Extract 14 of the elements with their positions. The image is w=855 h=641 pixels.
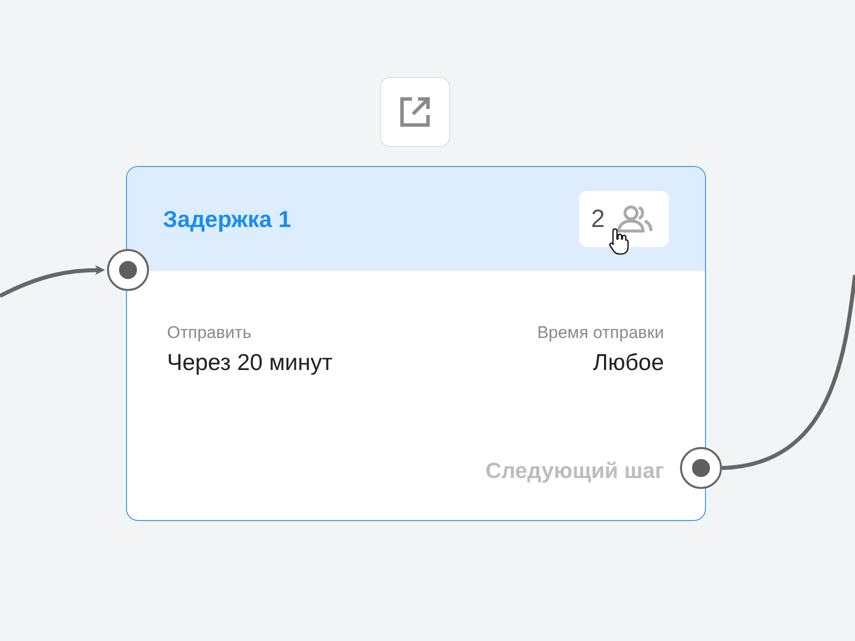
open-external-icon: [399, 96, 431, 128]
output-port[interactable]: [680, 447, 722, 489]
field-value: Любое: [592, 349, 664, 376]
next-step-label: Следующий шаг: [485, 458, 664, 484]
input-port[interactable]: [107, 249, 149, 291]
open-external-button[interactable]: [380, 77, 450, 147]
users-icon: [616, 205, 653, 233]
recipients-count: 2: [591, 204, 605, 234]
node-title: Задержка 1: [163, 206, 292, 232]
field-label: Отправить: [167, 323, 252, 343]
field-value: Через 20 минут: [167, 349, 333, 376]
delay-node-card[interactable]: Задержка 1 2 Отправить Через 20 минут Время отправки Любое Следующий шаг: [126, 166, 706, 521]
field-label: Время отправки: [537, 323, 664, 343]
hand-cursor-icon: [609, 227, 629, 255]
